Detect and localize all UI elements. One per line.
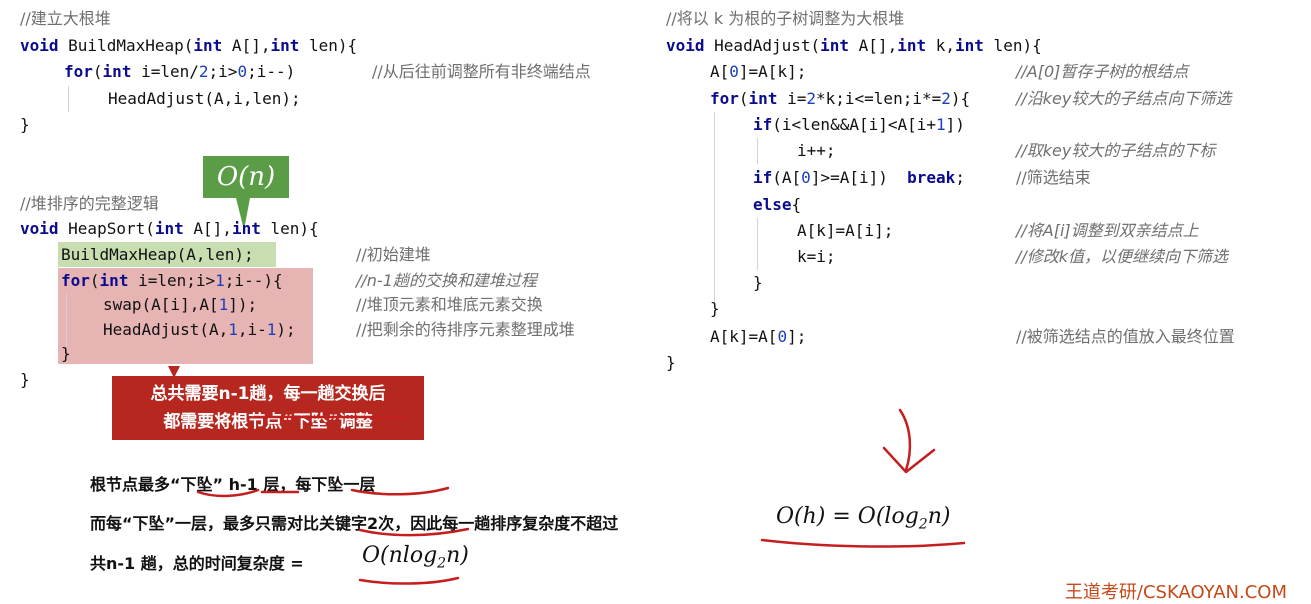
comment-line: //初始建堆 xyxy=(356,245,431,264)
note-line-2: 而每“下坠”一层，最多只需对比关键字2次，因此每一趟排序复杂度不超过 xyxy=(90,514,619,533)
comment-line: //把剩余的待排序元素整理成堆 xyxy=(356,320,575,339)
code-line: A[k]=A[i]; xyxy=(797,221,894,240)
code-line: swap(A[i],A[1]); xyxy=(103,295,258,314)
indent-guide xyxy=(757,138,758,164)
comment-line: //筛选结束 xyxy=(1016,168,1091,187)
formula-per-pass: O(h) = O(log2n) xyxy=(776,504,951,533)
complexity-bubble: O(n) xyxy=(203,156,289,198)
comment-head-adjust: //将以 k 为根的子树调整为大根堆 xyxy=(666,9,905,28)
code-line: else{ xyxy=(753,195,802,214)
comment-line: //取key较大的子结点的下标 xyxy=(1016,141,1216,160)
code-line: void HeapSort(int A[],int len){ xyxy=(20,219,319,238)
code-line: } xyxy=(710,299,720,318)
code-line: } xyxy=(753,273,763,292)
code-line: for(int i=len/2;i>0;i--) xyxy=(64,62,296,81)
comment-line: //堆顶元素和堆底元素交换 xyxy=(356,295,543,314)
code-line: } xyxy=(20,115,30,134)
code-line: } xyxy=(20,370,30,389)
comment-heap-sort: //堆排序的完整逻辑 xyxy=(20,194,159,213)
callout-line: 总共需要n-1趟，每一趟交换后 xyxy=(150,384,386,404)
callout-line: 都需要将根节点“下坠”调整 xyxy=(163,412,373,432)
code-line: } xyxy=(666,353,676,372)
indent-guide xyxy=(714,112,715,302)
code-line: } xyxy=(61,344,71,363)
callout-box: 总共需要n-1趟，每一趟交换后 都需要将根节点“下坠”调整 xyxy=(112,376,424,440)
comment-line: //n-1趟的交换和建堆过程 xyxy=(356,271,537,290)
code-line: for(int i=len;i>1;i--){ xyxy=(61,271,283,290)
formula-total: O(nlog2n) xyxy=(362,543,469,572)
indent-guide xyxy=(68,86,69,112)
code-line: if(i<len&&A[i]<A[i+1]) xyxy=(753,115,965,134)
code-line: HeadAdjust(A,1,i-1); xyxy=(103,320,296,339)
code-line: if(A[0]>=A[i]) break; xyxy=(753,168,965,187)
indent-guide xyxy=(757,218,758,270)
indent-guide xyxy=(66,294,67,346)
comment-line: //修改k值，以便继续向下筛选 xyxy=(1016,247,1229,266)
code-line: A[k]=A[0]; xyxy=(710,327,807,346)
note-line-3: 共n-1 趟，总的时间复杂度 = xyxy=(90,554,304,573)
comment-line: //将A[i]调整到双亲结点上 xyxy=(1016,221,1199,240)
code-line: i++; xyxy=(797,141,836,160)
comment-line: //被筛选结点的值放入最终位置 xyxy=(1016,327,1235,346)
comment-line: //A[0]暂存子树的根结点 xyxy=(1016,62,1189,81)
footer-brand: 王道考研/CSKAOYAN.COM xyxy=(1064,582,1287,603)
code-line: BuildMaxHeap(A,len); xyxy=(61,245,254,264)
code-line: k=i; xyxy=(797,247,836,266)
note-line-1: 根节点最多“下坠” h-1 层，每下坠一层 xyxy=(90,475,376,494)
comment-build-max-heap: //建立大根堆 xyxy=(20,9,111,28)
code-line: for(int i=2*k;i<=len;i*=2){ xyxy=(710,89,971,108)
code-line: void HeadAdjust(int A[],int k,int len){ xyxy=(666,36,1042,55)
code-line: void BuildMaxHeap(int A[],int len){ xyxy=(20,36,358,55)
comment-line: //从后往前调整所有非终端结点 xyxy=(372,62,591,81)
code-line: A[0]=A[k]; xyxy=(710,62,807,81)
comment-line: //沿key较大的子结点向下筛选 xyxy=(1016,89,1232,108)
code-line: HeadAdjust(A,i,len); xyxy=(108,89,301,108)
